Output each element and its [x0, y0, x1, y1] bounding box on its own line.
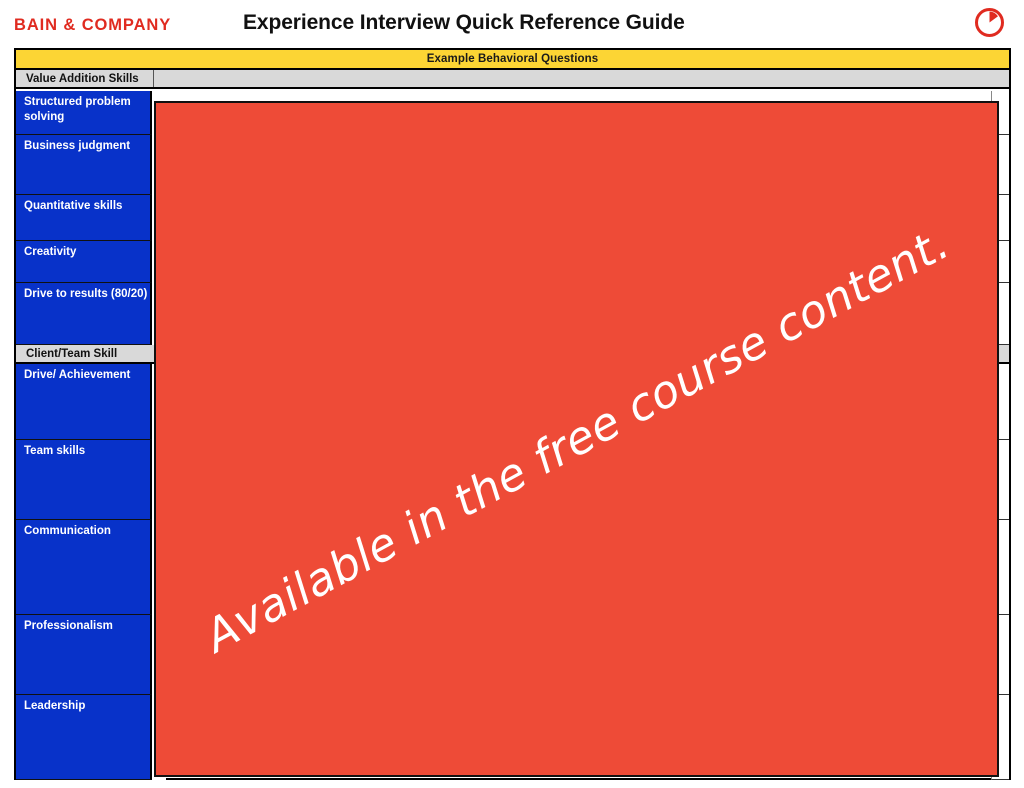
- skill-label: Leadership: [24, 700, 86, 712]
- skill-label: Professionalism: [24, 620, 113, 632]
- bain-wordmark-logo: BAIN & COMPANY: [14, 16, 172, 34]
- skill-label: Structured problem solving: [24, 96, 131, 123]
- skill-label: Team skills: [24, 445, 86, 457]
- skill-row-communication[interactable]: Communication: [16, 520, 152, 615]
- skill-label: Business judgment: [24, 140, 131, 152]
- page-header: BAIN & COMPANY Experience Interview Quic…: [0, 0, 1024, 46]
- redacted-content-overlay: Available in the free course content.: [154, 101, 999, 777]
- bain-circle-logo-icon: [973, 6, 1006, 39]
- section-header-label: Client/Team Skill: [16, 345, 166, 362]
- skill-label: Communication: [24, 525, 111, 537]
- redaction-message: Available in the free course content.: [195, 215, 958, 663]
- skill-row-drive-to-results[interactable]: Drive to results (80/20): [16, 283, 152, 345]
- skill-row-business-judgment[interactable]: Business judgment: [16, 135, 152, 195]
- skill-label: Quantitative skills: [24, 200, 123, 212]
- skill-row-creativity[interactable]: Creativity: [16, 241, 152, 283]
- skill-row-drive-achievement[interactable]: Drive/ Achievement: [16, 364, 152, 440]
- skill-row-team-skills[interactable]: Team skills: [16, 440, 152, 520]
- skill-row-structured-problem-solving[interactable]: Structured problem solving: [16, 91, 152, 135]
- skill-label: Drive/ Achievement: [24, 369, 131, 381]
- skill-label: Creativity: [24, 246, 77, 258]
- reference-table: Example Behavioral Questions Value Addit…: [14, 48, 1011, 780]
- page-title: Experience Interview Quick Reference Gui…: [243, 11, 685, 34]
- quick-reference-guide-page: BAIN & COMPANY Experience Interview Quic…: [0, 0, 1024, 788]
- skill-label: Drive to results (80/20): [24, 288, 148, 300]
- skill-row-leadership[interactable]: Leadership: [16, 695, 152, 780]
- skill-row-quantitative-skills[interactable]: Quantitative skills: [16, 195, 152, 241]
- skill-row-professionalism[interactable]: Professionalism: [16, 615, 152, 695]
